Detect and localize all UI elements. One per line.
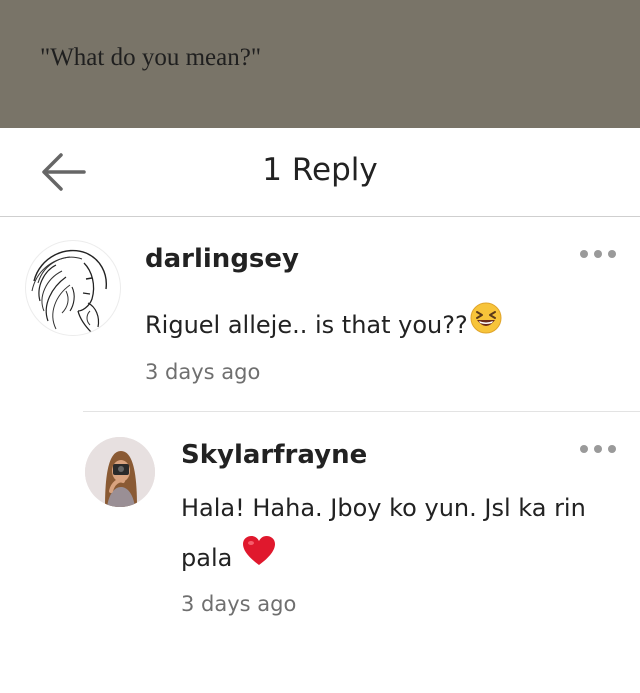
more-options-button[interactable]: [579, 244, 623, 264]
more-horizontal-icon: [580, 250, 616, 258]
grinning-squinting-face-emoji: [470, 301, 502, 351]
comment-text: Riguel alleje.. is that you??: [145, 300, 502, 351]
illustrated-girl-avatar-image: [85, 437, 155, 507]
reply-text-line2: pala: [181, 544, 233, 572]
comment-username[interactable]: darlingsey: [145, 244, 299, 274]
reply-text-line2-wrap: pala: [181, 533, 621, 584]
red-heart-emoji: [242, 534, 276, 584]
story-excerpt-text: "What do you mean?": [40, 44, 262, 71]
avatar-darlingsey[interactable]: [25, 240, 121, 336]
sketch-portrait-avatar-image: [31, 249, 107, 334]
comment-text-body: Riguel alleje.. is that you??: [145, 311, 468, 339]
reply-username[interactable]: Skylarfrayne: [181, 440, 367, 470]
reply-text-line1: Hala! Haha. Jboy ko yun. Jsl ka rin: [181, 494, 586, 522]
more-horizontal-icon: [580, 445, 616, 453]
page-title: 1 Reply: [262, 152, 378, 188]
comment-divider: [83, 411, 640, 412]
reply-timestamp: 3 days ago: [181, 592, 297, 616]
story-excerpt-bar: "What do you mean?": [0, 0, 640, 128]
reply-text: Hala! Haha. Jboy ko yun. Jsl ka rin pala: [181, 483, 621, 584]
reply-more-options-button[interactable]: [579, 439, 623, 459]
comment-timestamp: 3 days ago: [145, 360, 261, 384]
avatar-skylarfrayne[interactable]: [85, 437, 155, 507]
